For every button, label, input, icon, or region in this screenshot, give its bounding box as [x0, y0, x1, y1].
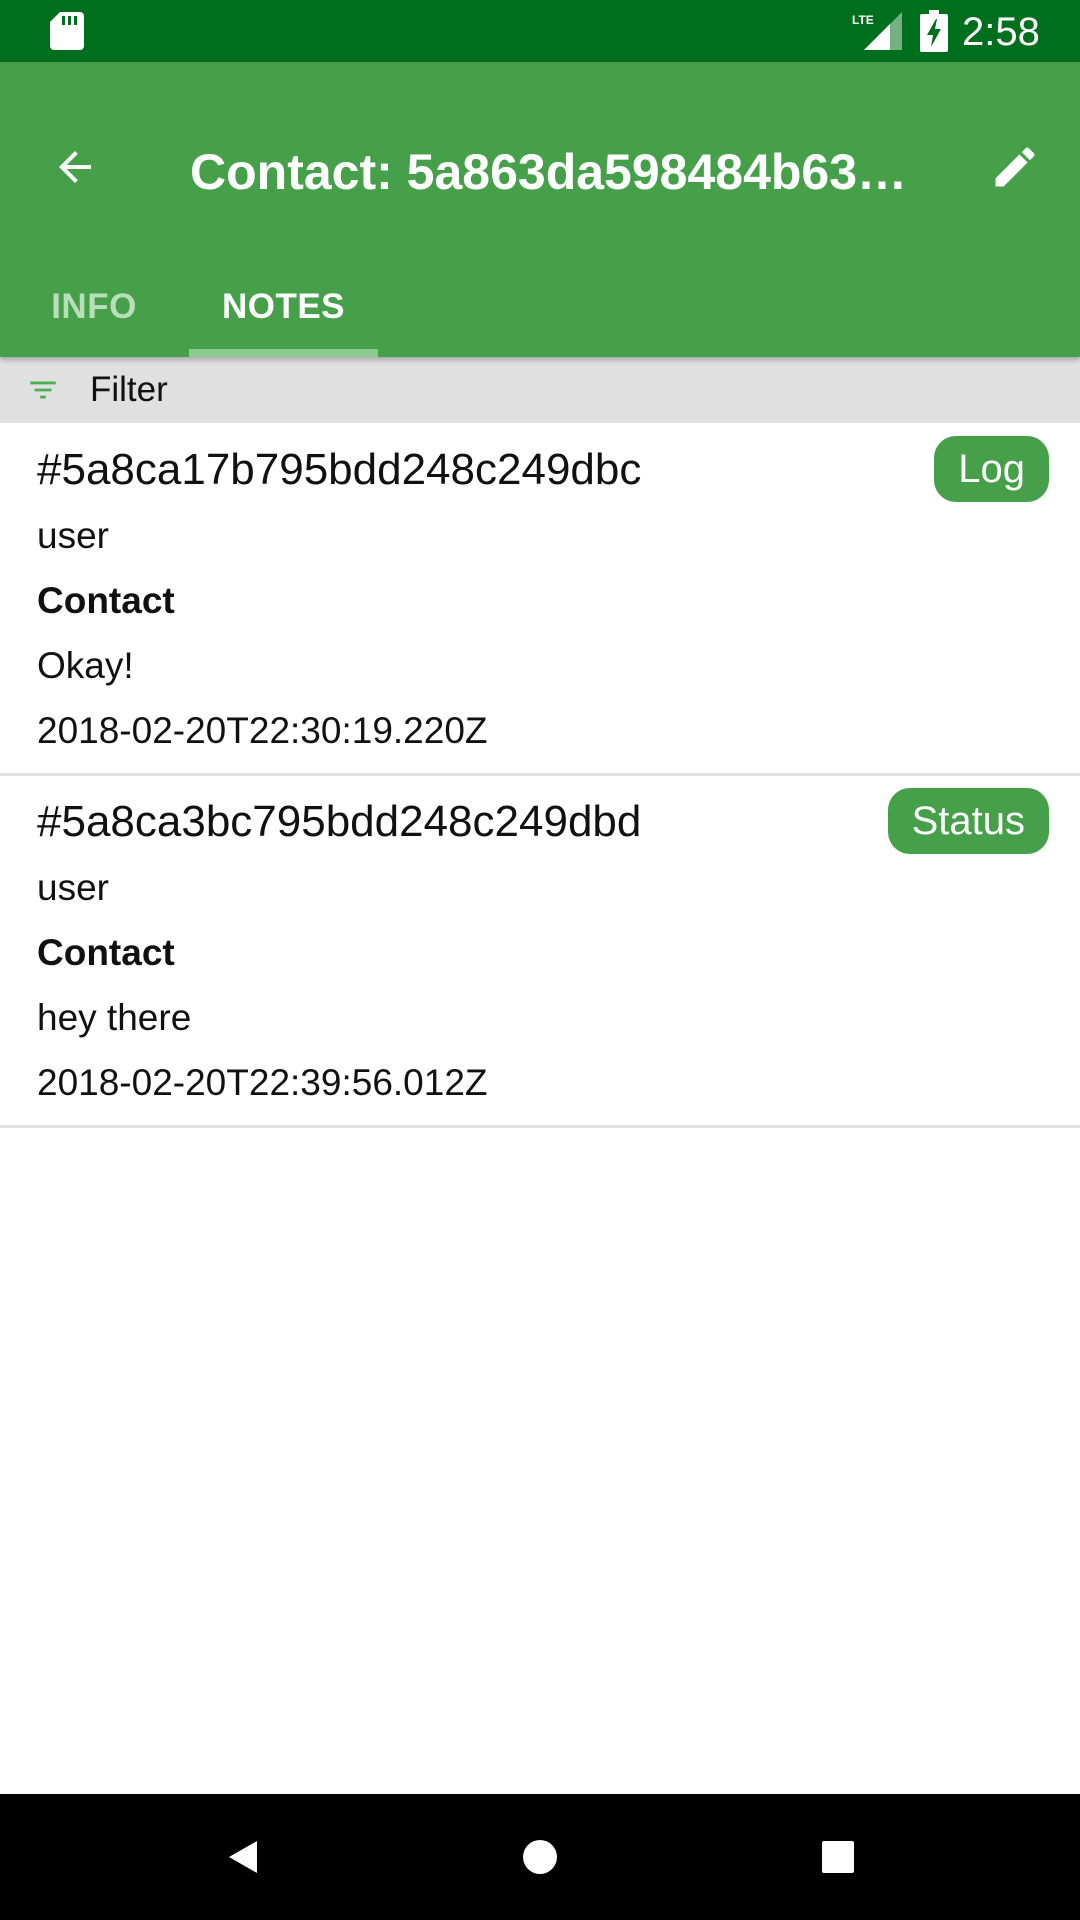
filter-bar[interactable]: Filter	[0, 357, 1080, 423]
app-toolbar: Contact: 5a863da598484b63… INFO NOTES	[0, 62, 1080, 357]
edit-pencil-icon	[995, 147, 1035, 187]
filter-icon	[30, 381, 56, 399]
note-list-item[interactable]: #5a8ca17b795bdd248c249dbc Log user Conta…	[0, 423, 1080, 776]
back-button[interactable]	[40, 132, 110, 202]
note-type-badge: Log	[934, 436, 1049, 502]
note-subject: Contact	[37, 580, 175, 621]
note-timestamp: 2018-02-20T22:39:56.012Z	[37, 1062, 488, 1103]
nav-recents-icon	[822, 1841, 854, 1873]
lte-signal-icon: LTE	[852, 12, 902, 50]
note-id: #5a8ca3bc795bdd248c249dbd	[37, 797, 642, 846]
note-type-badge: Status	[887, 788, 1049, 854]
note-text: Okay!	[37, 645, 134, 686]
svg-text:LTE: LTE	[852, 13, 874, 27]
system-nav-bar	[0, 1794, 1080, 1920]
note-user: user	[37, 867, 109, 908]
tab-selected-indicator	[189, 349, 378, 357]
nav-home-button[interactable]	[505, 1822, 575, 1892]
nav-home-icon	[523, 1840, 557, 1874]
battery-charging-icon	[920, 10, 948, 52]
edit-button[interactable]	[980, 132, 1050, 202]
status-bar: LTE 2:58	[0, 0, 1080, 62]
note-timestamp: 2018-02-20T22:30:19.220Z	[37, 710, 488, 751]
sd-card-icon	[50, 12, 84, 50]
note-subject: Contact	[37, 932, 175, 973]
note-text: hey there	[37, 997, 192, 1038]
status-time: 2:58	[962, 10, 1040, 54]
nav-back-button[interactable]	[208, 1822, 278, 1892]
tab-notes[interactable]: NOTES	[189, 272, 378, 357]
page-title: Contact: 5a863da598484b63…	[190, 144, 908, 200]
note-user: user	[37, 515, 109, 556]
note-id: #5a8ca17b795bdd248c249dbc	[37, 445, 642, 494]
note-list-item[interactable]: #5a8ca3bc795bdd248c249dbd Status user Co…	[0, 775, 1080, 1128]
tab-info[interactable]: INFO	[30, 272, 158, 357]
nav-back-icon	[229, 1841, 257, 1873]
filter-label: Filter	[90, 370, 168, 409]
arrow-back-icon	[59, 151, 91, 183]
nav-recents-button[interactable]	[803, 1822, 873, 1892]
